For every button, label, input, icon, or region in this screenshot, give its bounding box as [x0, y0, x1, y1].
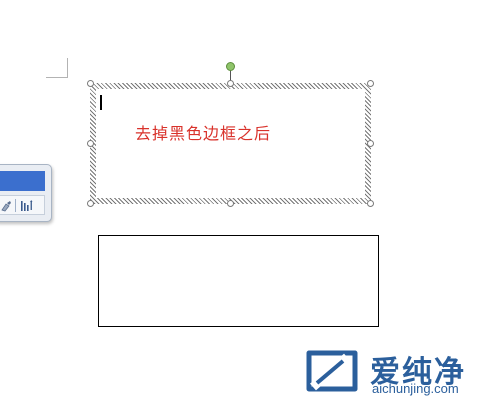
resize-handle-top-left[interactable] — [87, 80, 94, 87]
mini-toolbar-button-strip — [0, 195, 45, 215]
resize-handle-bottom-left[interactable] — [87, 200, 94, 207]
resize-handle-middle-left[interactable] — [87, 140, 94, 147]
toolbar-separator — [15, 199, 16, 212]
brush-icon[interactable] — [0, 200, 12, 216]
resize-handle-bottom-center[interactable] — [227, 200, 234, 207]
text-cursor — [100, 95, 102, 110]
sort-icon[interactable] — [20, 200, 34, 216]
textbox-text[interactable]: 去掉黑色边框之后 — [135, 120, 271, 144]
watermark-logo-icon — [306, 350, 358, 392]
rotation-handle[interactable] — [226, 62, 235, 71]
resize-handle-top-center[interactable] — [227, 80, 234, 87]
floating-mini-toolbar[interactable] — [0, 164, 52, 222]
resize-handle-top-right[interactable] — [367, 80, 374, 87]
bordered-textbox[interactable] — [98, 235, 379, 327]
resize-handle-middle-right[interactable] — [367, 140, 374, 147]
mini-toolbar-title-bar[interactable] — [0, 171, 45, 191]
resize-handle-bottom-right[interactable] — [367, 200, 374, 207]
watermark-url-text: aichunjing.com — [372, 381, 459, 396]
page-margin-corner-mark — [46, 58, 68, 78]
